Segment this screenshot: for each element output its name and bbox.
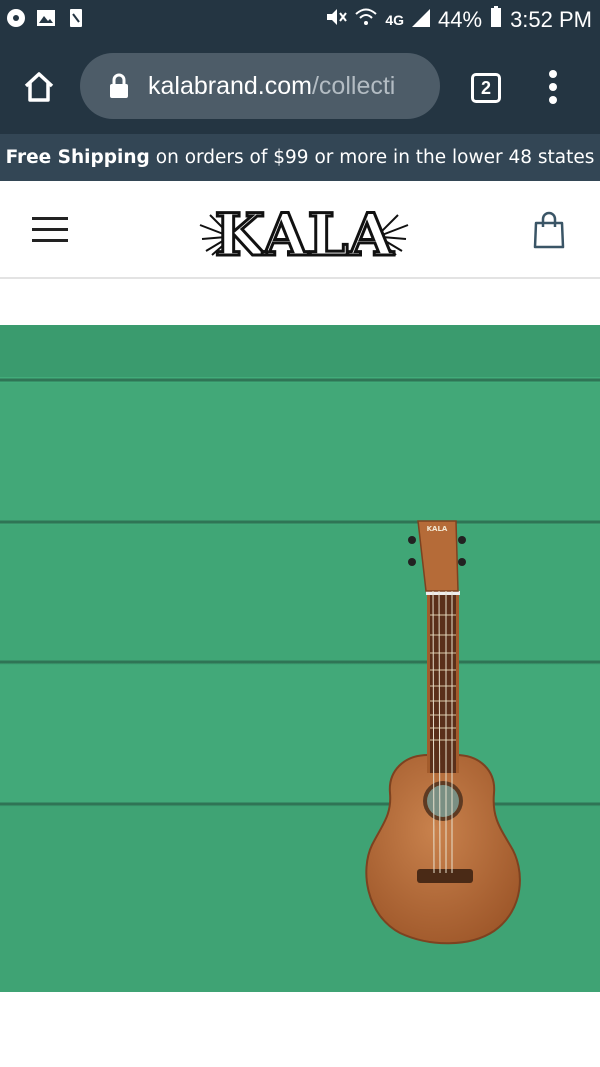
network-type: 4G xyxy=(385,12,405,28)
shipping-banner[interactable]: Free Shipping on orders of $99 or more i… xyxy=(0,134,600,181)
wifi-icon xyxy=(355,7,377,33)
menu-icon-bar xyxy=(32,217,68,220)
tab-count: 2 xyxy=(480,77,491,98)
download-notification-icon xyxy=(66,8,86,28)
clock: 3:52 PM xyxy=(510,7,592,32)
shopping-bag-icon xyxy=(533,211,565,249)
lock-icon xyxy=(110,73,128,98)
banner-text: on orders of $99 or more in the lower 48… xyxy=(155,147,595,168)
site-header: KALA xyxy=(0,181,600,279)
url-domain: kalabrand.com xyxy=(148,71,312,100)
browser-toolbar: kalabrand.com/collecti 2 xyxy=(0,40,600,134)
browser-menu-button[interactable] xyxy=(547,68,559,106)
more-vert-icon xyxy=(549,70,557,104)
system-icons: 4G 44% 3:52 PM xyxy=(325,6,592,34)
notification-icons xyxy=(6,8,86,28)
logo-graphic: KALA xyxy=(199,200,409,271)
url-text: kalabrand.com/collecti xyxy=(148,72,395,101)
url-bar[interactable]: kalabrand.com/collecti xyxy=(80,53,440,119)
logo-text: KALA xyxy=(215,201,395,265)
hero-image: KALA xyxy=(0,325,600,992)
menu-icon-bar xyxy=(32,228,68,231)
battery-percent: 44% xyxy=(438,7,483,32)
headstock-brand: KALA xyxy=(427,525,448,533)
signal-icon xyxy=(412,7,431,33)
hero-illustration: KALA xyxy=(0,325,600,992)
menu-icon-bar xyxy=(32,239,68,242)
battery-icon xyxy=(490,6,502,34)
app-notification-icon xyxy=(6,8,26,28)
mute-icon xyxy=(325,7,348,33)
home-button[interactable] xyxy=(22,70,56,104)
menu-button[interactable] xyxy=(32,217,68,243)
gallery-notification-icon xyxy=(36,8,56,28)
home-icon xyxy=(24,72,54,102)
banner-bold-text: Free Shipping xyxy=(5,147,150,168)
tab-switcher-button[interactable]: 2 xyxy=(471,73,501,103)
kala-logo[interactable]: KALA xyxy=(198,195,410,271)
cart-button[interactable] xyxy=(532,211,566,249)
url-path: /collecti xyxy=(311,71,396,100)
status-bar: 4G 44% 3:52 PM xyxy=(0,0,600,40)
